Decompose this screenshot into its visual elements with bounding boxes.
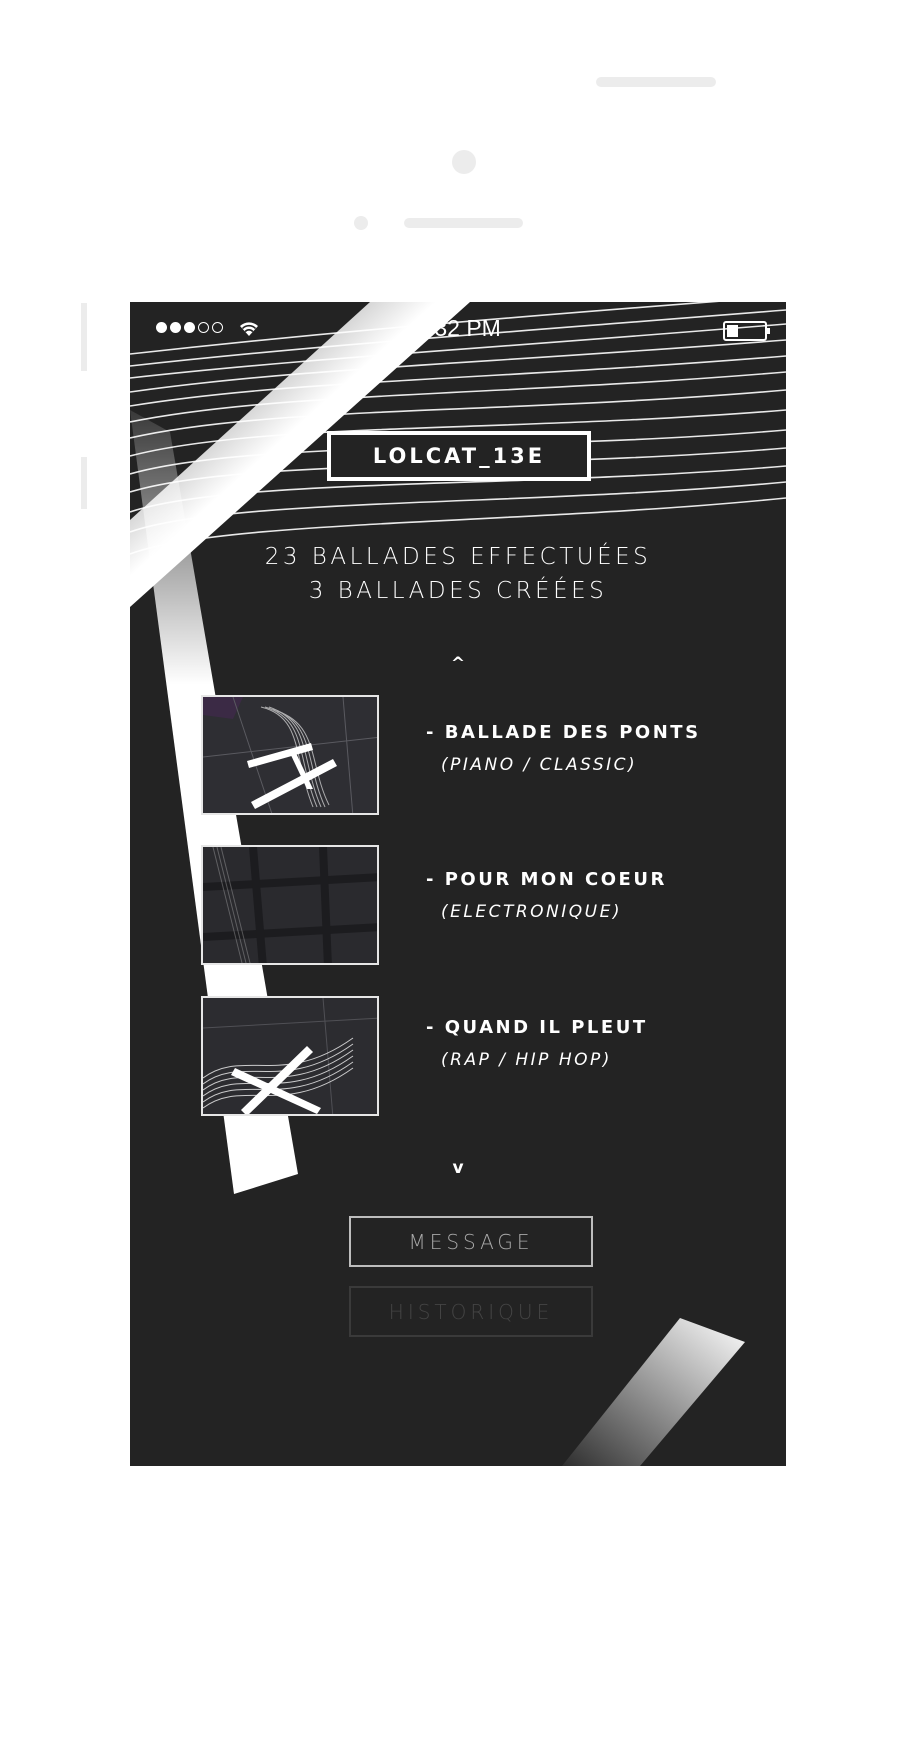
- ballade-genre: (ELECTRONIQUE): [441, 902, 622, 922]
- username-badge: LOLCAT_13E: [327, 431, 591, 481]
- message-button[interactable]: MESSAGE: [349, 1216, 593, 1267]
- status-time: 6:32 PM: [415, 315, 501, 341]
- speaker-bar: [596, 77, 716, 87]
- ballade-thumbnail[interactable]: [201, 695, 379, 815]
- chevron-up-icon[interactable]: ^: [130, 654, 786, 674]
- ballade-genre: (PIANO / CLASSIC): [441, 755, 638, 775]
- sensor-dot: [354, 216, 368, 230]
- ballade-thumbnail[interactable]: [201, 845, 379, 965]
- historique-button[interactable]: HISTORIQUE: [349, 1286, 593, 1337]
- earpiece-bar: [404, 218, 523, 228]
- ballade-title[interactable]: - POUR MON COEUR: [426, 869, 667, 890]
- ballade-title[interactable]: - BALLADE DES PONTS: [426, 722, 701, 743]
- side-button-top: [81, 303, 87, 371]
- stats-done: 23 BALLADES EFFECTUÉES: [264, 544, 652, 570]
- stats-created: 3 BALLADES CRÉÉES: [308, 578, 608, 604]
- side-button-bottom: [81, 457, 87, 509]
- chevron-down-icon[interactable]: v: [130, 1158, 786, 1178]
- app-screen: 6:32 PM LOLCAT_13E 23 BALLADES EFFECTUÉE…: [130, 302, 786, 1466]
- ballade-thumbnail[interactable]: [201, 996, 379, 1116]
- ballade-title[interactable]: - QUAND IL PLEUT: [426, 1017, 648, 1038]
- battery-icon: [723, 321, 770, 341]
- ballade-genre: (RAP / HIP HOP): [441, 1050, 612, 1070]
- status-bar: 6:32 PM: [130, 302, 786, 358]
- camera-dot: [452, 150, 476, 174]
